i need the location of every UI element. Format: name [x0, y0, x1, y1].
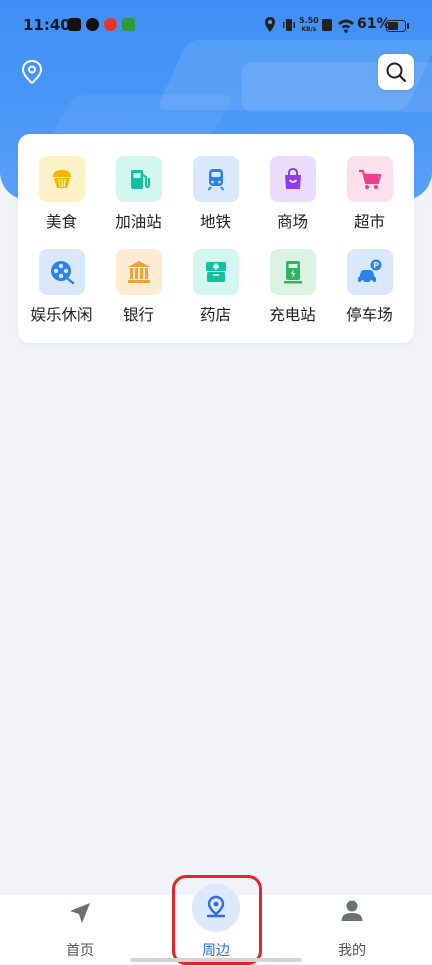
category-charging-station[interactable]: 充电站: [254, 249, 331, 325]
category-label: 银行: [122, 306, 154, 324]
category-icon-tile: [192, 156, 239, 202]
category-food[interactable]: 美食: [23, 156, 100, 232]
wifi-icon: [338, 19, 354, 33]
category-bank[interactable]: 银行: [100, 249, 177, 325]
fuel-pump-icon: [130, 170, 150, 189]
vibrate-icon: [283, 19, 295, 31]
metro-train-icon: [207, 169, 224, 191]
home-indicator[interactable]: [130, 958, 302, 962]
shopping-bag-icon: [284, 167, 301, 189]
category-label: 停车场: [346, 306, 393, 324]
search-icon: [386, 62, 407, 83]
app-notification-icon: [122, 18, 135, 31]
shopping-cart-icon: [358, 169, 381, 189]
category-metro[interactable]: 地铁: [177, 156, 254, 232]
tiktok-app-icon: [68, 18, 81, 31]
category-gas-station[interactable]: 加油站: [100, 156, 177, 232]
medicine-box-icon: [205, 262, 226, 282]
category-parking[interactable]: P 停车场: [331, 249, 408, 325]
category-label: 充电站: [269, 306, 316, 324]
battery-icon: [386, 20, 409, 32]
navigation-arrow-icon: [70, 903, 90, 923]
tab-profile[interactable]: 我的: [280, 895, 424, 964]
category-supermarket[interactable]: 超市: [331, 156, 408, 232]
category-label: 药店: [199, 306, 231, 324]
category-icon-tile: [192, 249, 239, 295]
category-pharmacy[interactable]: 药店: [177, 249, 254, 325]
category-mall[interactable]: 商场: [254, 156, 331, 232]
category-icon-tile: P: [346, 249, 393, 295]
nfc-icon: [322, 19, 332, 31]
category-icon-tile: [115, 249, 162, 295]
category-icon-tile: [346, 156, 393, 202]
tab-home[interactable]: 首页: [8, 895, 152, 964]
parking-car-icon: P: [357, 259, 381, 284]
film-reel-icon: [50, 261, 74, 285]
category-label: 商场: [276, 213, 308, 231]
app-notification-icon: [86, 18, 99, 31]
svg-text:P: P: [373, 261, 379, 270]
location-status-icon: [265, 17, 275, 32]
network-speed: 5.50 KB/s: [299, 16, 319, 33]
status-bar: 11:40 5.50 KB/s 61%: [0, 0, 432, 50]
category-icon-tile: [269, 249, 316, 295]
category-label: 加油站: [115, 213, 162, 231]
category-label: 地铁: [199, 213, 231, 231]
tab-label: 我的: [338, 943, 366, 959]
category-grid: 美食 加油站 地铁 商场 超市 娱乐休闲 银行 药店 充电站 P 停车场: [18, 156, 419, 325]
highlight-box: [172, 875, 262, 965]
category-label: 超市: [353, 213, 385, 231]
cupcake-icon: [52, 170, 71, 188]
charging-station-icon: [283, 261, 302, 284]
weibo-app-icon: [104, 18, 117, 31]
category-icon-tile: [115, 156, 162, 202]
category-icon-tile: [38, 249, 85, 295]
bank-icon: [127, 261, 150, 283]
category-icon-tile: [38, 156, 85, 202]
tab-label: 首页: [66, 943, 94, 959]
category-entertainment[interactable]: 娱乐休闲: [23, 249, 100, 325]
category-label: 美食: [45, 213, 77, 231]
user-icon: [341, 900, 363, 921]
category-label: 娱乐休闲: [30, 306, 93, 324]
category-card: 美食 加油站 地铁 商场 超市 娱乐休闲 银行 药店 充电站 P 停车场: [18, 134, 414, 343]
status-time: 11:40: [23, 16, 71, 34]
location-pin-icon[interactable]: [18, 58, 46, 86]
category-icon-tile: [269, 156, 316, 202]
search-button[interactable]: [378, 54, 414, 90]
